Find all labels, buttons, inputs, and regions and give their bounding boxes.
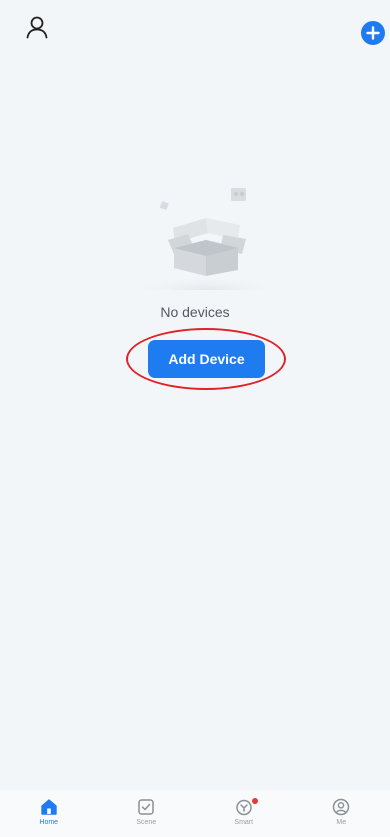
scene-checkbox-icon xyxy=(138,799,154,815)
add-device-button[interactable]: Add Device xyxy=(148,340,265,378)
user-outline-icon xyxy=(26,16,48,39)
home-screen: No devices Add Device Home Scene Smart M… xyxy=(0,0,390,837)
home-icon xyxy=(41,799,57,815)
add-button[interactable] xyxy=(361,21,385,45)
notification-badge xyxy=(252,798,258,804)
tab-label: Home xyxy=(39,819,59,826)
profile-button[interactable] xyxy=(24,14,50,40)
me-profile-icon xyxy=(333,798,350,816)
tab-smart[interactable]: Smart xyxy=(195,790,293,837)
tab-me[interactable]: Me xyxy=(293,790,390,837)
tab-label: Scene xyxy=(136,819,157,826)
tab-bar: Home Scene Smart Me xyxy=(0,790,390,837)
tab-scene[interactable]: Scene xyxy=(98,790,196,837)
smart-shield-icon xyxy=(236,799,252,816)
tab-label: Smart xyxy=(234,819,254,826)
tab-label: Me xyxy=(336,819,347,826)
top-bar xyxy=(0,0,390,50)
plus-circle-icon xyxy=(366,26,380,40)
empty-state: No devices Add Device xyxy=(0,170,390,420)
tab-home[interactable]: Home xyxy=(0,790,98,837)
no-devices-text: No devices xyxy=(160,304,230,320)
open-box-illustration xyxy=(138,188,273,290)
